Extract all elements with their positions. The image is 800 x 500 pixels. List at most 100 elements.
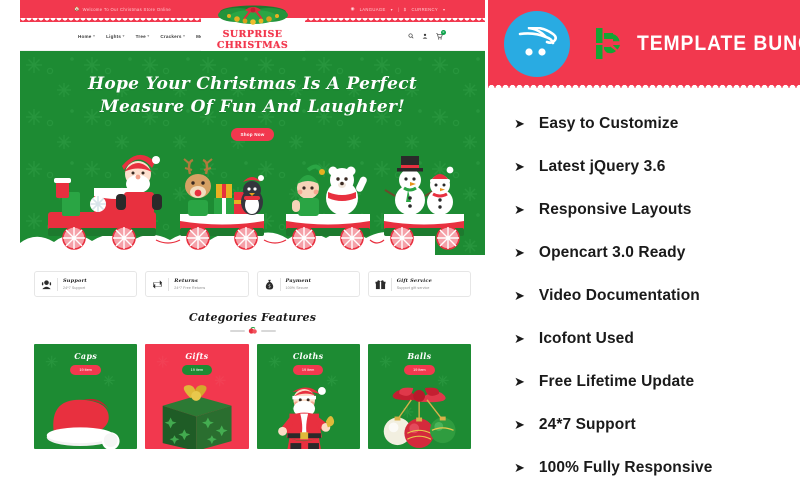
nav-item-label: Tree — [135, 33, 146, 39]
garland-icon — [212, 0, 293, 14]
service-text: Gift Service Support gift service — [397, 278, 432, 290]
section-divider — [20, 327, 485, 335]
category-name: Gifts — [185, 351, 209, 361]
category-card-balls[interactable]: Balls 19 item — [367, 344, 471, 449]
nav-item-home[interactable]: Home ▾ — [78, 34, 95, 39]
chevron-down-icon: ▾ — [209, 34, 212, 38]
arrow-right-icon: ➤ — [514, 417, 525, 432]
feature-label: Latest jQuery 3.6 — [538, 157, 666, 175]
arrow-right-icon: ➤ — [514, 288, 525, 303]
money-bag-icon: $ — [265, 279, 273, 290]
website-mockup: 🏠 Welcome To Our Christmas Store Online … — [20, 0, 485, 500]
nav-item-label: Lights — [106, 33, 122, 39]
divider-bar-left — [229, 330, 245, 332]
home-icon: 🏠 — [74, 5, 80, 11]
feature-item-responsive-layouts: ➤ Responsive Layouts — [514, 188, 800, 231]
nav-item-crackers[interactable]: Crackers ▾ — [160, 34, 185, 39]
feature-label: Easy to Customize — [538, 114, 679, 132]
nav-item-more[interactable]: More ▾ — [196, 34, 211, 39]
divider — [57, 277, 58, 291]
cart-icon[interactable]: 0 — [436, 29, 446, 40]
brand-name: Template Bunch — [637, 32, 800, 55]
category-name: Cloths — [292, 351, 324, 361]
category-card-gifts[interactable]: Gifts 19 item — [145, 344, 249, 449]
feature-item-opencart-ready: ➤ Opencart 3.0 Ready — [514, 231, 800, 274]
category-card-cloths[interactable]: Cloths 19 item — [256, 344, 360, 449]
announcement-bar: 🏠 Welcome To Our Christmas Store Online … — [20, 0, 485, 18]
category-card-caps[interactable]: Caps 19 item — [34, 344, 138, 449]
service-text: Payment 100% Secure — [286, 278, 312, 290]
chevron-down-icon: ▾ — [122, 34, 125, 38]
category-name: Caps — [74, 351, 98, 361]
nav-item-tree[interactable]: Tree ▾ — [136, 34, 150, 39]
service-card-payment[interactable]: $ Payment 100% Secure — [256, 271, 360, 297]
feature-item-fully-responsive: ➤ 100% Fully Responsive — [514, 446, 800, 489]
hero-heading-line-1: Hope Your Christmas Is A Perfect — [87, 74, 418, 94]
chevron-down-icon: ▾ — [147, 34, 150, 38]
hero-banner: Hope Your Christmas Is A Perfect Measure… — [20, 51, 485, 255]
topbar-separator: | — [397, 6, 399, 12]
cart-glyph — [518, 27, 557, 56]
feature-item-support: ➤ 24*7 Support — [514, 403, 800, 446]
category-count-badge[interactable]: 19 item — [70, 365, 101, 375]
categories-header: Categories Features — [20, 297, 485, 335]
divider — [279, 277, 281, 291]
cart-count-badge: 0 — [441, 29, 446, 35]
service-title: Gift Service — [396, 278, 432, 285]
hero-heading: Hope Your Christmas Is A Perfect Measure… — [20, 51, 485, 119]
feature-label: Icofont Used — [538, 329, 634, 347]
arrow-right-icon: ➤ — [514, 331, 525, 346]
category-count-badge[interactable]: 19 item — [404, 365, 435, 375]
arrow-right-icon: ➤ — [514, 159, 525, 174]
shop-now-button[interactable]: Shop Now — [231, 128, 274, 141]
opencart-cart-icon — [504, 11, 570, 77]
currency-symbol: $ — [403, 6, 407, 12]
gift-box-icon — [375, 279, 386, 289]
service-features-row: Support 24*7 Support Returns 24*7 Free R… — [20, 255, 485, 297]
user-icon[interactable] — [422, 33, 428, 39]
nav-links: Home ▾ Lights ▾ Tree ▾ Crackers ▾ More ▾ — [78, 34, 211, 39]
feature-item-video-documentation: ➤ Video Documentation — [514, 274, 800, 317]
divider — [390, 277, 392, 291]
arrow-right-icon: ➤ — [514, 245, 525, 260]
currency-selector[interactable]: CURRENCY — [411, 7, 438, 12]
search-icon[interactable] — [408, 33, 414, 39]
service-title: Payment — [285, 278, 312, 285]
chevron-down-icon: ▾ — [442, 6, 445, 12]
category-card-grid: Caps 19 item Gifts 19 item Cloths 19 ite… — [20, 335, 485, 449]
main-navigation: Home ▾ Lights ▾ Tree ▾ Crackers ▾ More ▾… — [20, 22, 485, 51]
service-card-gift-service[interactable]: Gift Service Support gift service — [367, 271, 471, 297]
service-subtitle: Support gift service — [396, 285, 430, 290]
gift-box-image — [162, 385, 232, 449]
feature-label: Responsive Layouts — [538, 200, 692, 218]
return-arrows-icon — [153, 279, 163, 289]
santa-figure-image — [277, 387, 334, 449]
feature-label: Video Documentation — [538, 286, 700, 304]
language-selector[interactable]: LANGUAGE — [360, 7, 386, 12]
service-card-support[interactable]: Support 24*7 Support — [34, 271, 138, 297]
nav-item-lights[interactable]: Lights ▾ — [106, 34, 125, 39]
christmas-baubles-image — [383, 387, 456, 449]
site-preview-panel: 🏠 Welcome To Our Christmas Store Online … — [0, 0, 488, 500]
globe-icon: ◉ — [350, 5, 355, 11]
headset-support-icon — [41, 279, 52, 289]
announcement-right: ◉ LANGUAGE ▾ | $ CURRENCY ▾ — [350, 5, 445, 12]
category-count-badge[interactable]: 19 item — [292, 365, 324, 375]
service-card-returns[interactable]: Returns 24*7 Free Returns — [145, 271, 249, 297]
welcome-message: Welcome To Our Christmas Store Online — [82, 6, 172, 12]
arrow-right-icon: ➤ — [514, 116, 525, 131]
service-title: Support — [63, 278, 87, 285]
arrow-right-icon: ➤ — [514, 202, 525, 217]
feature-item-latest-jquery: ➤ Latest jQuery 3.6 — [514, 145, 800, 188]
hero-heading-line-2: Measure Of Fun And Laughter! — [99, 97, 406, 117]
feature-item-icofont-used: ➤ Icofont Used — [514, 317, 800, 360]
info-panel: Template Bunch ➤ Easy to Customize ➤ Lat… — [488, 0, 800, 500]
arrow-right-icon: ➤ — [514, 460, 525, 475]
arrow-right-icon: ➤ — [514, 374, 525, 389]
category-name: Balls — [407, 351, 432, 361]
feature-list: ➤ Easy to Customize ➤ Latest jQuery 3.6 … — [488, 88, 800, 500]
category-count-badge[interactable]: 19 item — [181, 365, 213, 375]
feature-label: Opencart 3.0 Ready — [538, 243, 686, 261]
service-title: Returns — [174, 278, 199, 285]
nav-item-label: Crackers — [160, 33, 182, 39]
